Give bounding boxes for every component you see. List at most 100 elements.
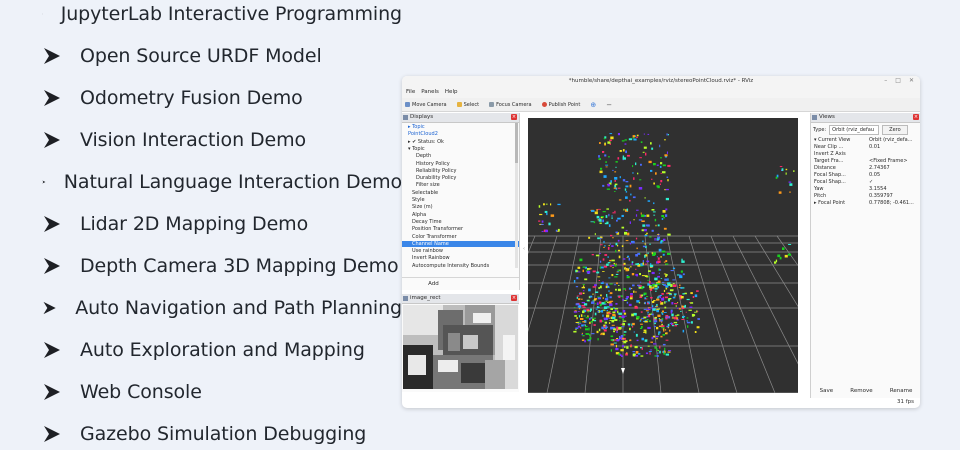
views-header: Views × — [811, 113, 920, 123]
publish-point-button[interactable]: Publish Point — [541, 102, 580, 108]
move-camera-button[interactable]: Move Camera — [405, 102, 447, 108]
arrow-bullet-icon — [44, 216, 60, 232]
view-property-value[interactable]: 0.359797 — [869, 193, 893, 199]
arrow-bullet-icon — [44, 48, 60, 64]
view-property-value[interactable]: ✓ — [869, 179, 873, 185]
displays-tree: ▸ Topic PointCloud2 ▸ ✔ Status: Ok ▾ Topic D… — [402, 123, 519, 277]
plus-icon: ⊕ — [590, 100, 597, 109]
zero-button[interactable]: Zero — [882, 125, 908, 135]
image-panel-title: image_rect — [410, 295, 441, 301]
panel-icon — [812, 115, 817, 120]
display-tree-row[interactable]: Decay Time — [402, 219, 519, 225]
menu-file[interactable]: File — [406, 87, 415, 98]
remove-tool-button[interactable]: − — [606, 101, 612, 109]
display-tree-row[interactable]: Color Transformer — [402, 234, 519, 240]
feature-item: Lidar 2D Mapping Demo — [42, 212, 402, 236]
close-icon[interactable]: ✕ — [909, 77, 914, 84]
image-panel-header: image_rect × — [402, 294, 519, 304]
display-tree-row[interactable]: Autocompute Intensity Bounds — [402, 263, 519, 269]
display-tree-row[interactable]: Filter size — [402, 182, 519, 188]
display-tree-row[interactable]: Durability Policy — [402, 175, 519, 181]
view-property-value[interactable]: 0.01 — [869, 144, 880, 150]
select-button[interactable]: Select — [456, 102, 479, 108]
view-property-key: ▸ Focal Point — [814, 200, 846, 206]
feature-label: Lidar 2D Mapping Demo — [80, 213, 309, 235]
display-tree-row[interactable]: History Policy — [402, 161, 519, 167]
arrow-bullet-icon — [44, 426, 60, 442]
save-view-button[interactable]: Save — [820, 388, 834, 394]
close-panel-icon[interactable]: × — [913, 114, 919, 120]
arrow-bullet-icon — [44, 90, 60, 106]
feature-label: Auto Exploration and Mapping — [80, 339, 365, 361]
3d-viewport[interactable] — [528, 118, 798, 393]
display-tree-row[interactable]: PointCloud2 — [402, 131, 518, 137]
displays-scrollbar[interactable] — [515, 123, 518, 268]
minimize-icon[interactable]: – — [884, 77, 887, 84]
focus-camera-button[interactable]: Focus Camera — [489, 102, 532, 108]
maximize-icon[interactable]: □ — [895, 77, 901, 84]
feature-item: JupyterLab Interactive Programming — [42, 2, 402, 26]
feature-label: Gazebo Simulation Debugging — [80, 423, 367, 445]
display-tree-row[interactable]: Style — [402, 197, 519, 203]
feature-label: Odometry Fusion Demo — [80, 87, 303, 109]
remove-view-button[interactable]: Remove — [850, 388, 872, 394]
display-tree-row[interactable]: Depth — [402, 153, 519, 159]
view-property-key: Distance — [814, 165, 836, 171]
close-panel-icon[interactable]: × — [511, 295, 517, 301]
display-tree-row[interactable]: ▸ ✔ Status: Ok — [402, 139, 518, 145]
view-property-value[interactable]: 3.1554 — [869, 186, 887, 192]
arrow-bullet-icon — [42, 180, 46, 184]
close-panel-icon[interactable]: × — [511, 114, 517, 120]
feature-item: Vision Interaction Demo — [42, 128, 402, 152]
display-tree-row[interactable]: Position Transformer — [402, 226, 519, 232]
display-tree-row[interactable]: ▸ Topic — [402, 124, 518, 130]
menu-panels[interactable]: Panels — [421, 87, 439, 98]
menu-help[interactable]: Help — [445, 87, 458, 98]
displays-title: Displays — [410, 114, 434, 120]
view-property-value[interactable]: Orbit (rviz_defa... — [869, 137, 912, 143]
view-property-value[interactable]: 0.05 — [869, 172, 880, 178]
view-property-value[interactable]: 2.74367 — [869, 165, 890, 171]
display-tree-row[interactable]: Invert Rainbow — [402, 255, 519, 261]
arrow-bullet-icon — [44, 384, 60, 400]
view-property-key: Target Fra... — [814, 158, 844, 164]
feature-label: Auto Navigation and Path Planning — [75, 297, 402, 319]
minus-icon: − — [606, 100, 613, 109]
display-tree-row[interactable]: Selectable — [402, 190, 519, 196]
views-panel: Views × Type: Orbit (rviz_defau Zero ▾ C… — [810, 113, 920, 398]
feature-item: Open Source URDF Model — [42, 44, 402, 68]
scrollbar-thumb[interactable] — [515, 123, 518, 163]
feature-label: Web Console — [80, 381, 202, 403]
panel-icon — [403, 115, 408, 120]
add-display-button[interactable]: Add — [428, 281, 439, 287]
display-tree-row[interactable]: Reliability Policy — [402, 168, 519, 174]
view-type-select[interactable]: Orbit (rviz_defau — [829, 125, 880, 135]
add-tool-button[interactable]: ⊕ — [590, 101, 596, 109]
view-property-key: Focal Shap... — [814, 179, 846, 185]
feature-label: JupyterLab Interactive Programming — [60, 3, 402, 25]
views-title: Views — [819, 114, 835, 120]
rename-view-button[interactable]: Rename — [890, 388, 913, 394]
feature-label: Natural Language Interaction Demo — [63, 171, 402, 193]
focus-camera-label: Focus Camera — [496, 101, 532, 108]
window-title: *humble/share/depthai_examples/rviz/ster… — [568, 78, 754, 84]
feature-label: Vision Interaction Demo — [80, 129, 307, 151]
displays-header: Displays × — [402, 113, 519, 123]
view-type-row: Type: Orbit (rviz_defau Zero — [813, 125, 908, 135]
view-property-value[interactable]: 0.77808; -0.461... — [869, 200, 914, 206]
display-tree-row[interactable]: Size (m) — [402, 204, 519, 210]
fps-counter: 31 fps — [896, 399, 914, 405]
arrow-bullet-icon — [44, 258, 60, 274]
view-property-key: Yaw — [814, 186, 824, 192]
feature-item: Depth Camera 3D Mapping Demo — [42, 254, 402, 278]
view-property-value[interactable]: <Fixed Frame> — [869, 158, 908, 164]
display-tree-row[interactable]: Alpha — [402, 212, 519, 218]
feature-item: Odometry Fusion Demo — [42, 86, 402, 110]
view-property-key: Invert Z Axis — [814, 151, 846, 157]
display-tree-row[interactable]: Channel Name — [402, 240, 519, 248]
display-tree-row[interactable]: Use rainbow — [402, 248, 519, 254]
move-camera-label: Move Camera — [412, 101, 447, 108]
image-panel: image_rect × — [402, 294, 519, 392]
panel-splitter[interactable]: ‹ — [523, 246, 526, 254]
display-tree-row[interactable]: ▾ Topic — [402, 146, 518, 152]
